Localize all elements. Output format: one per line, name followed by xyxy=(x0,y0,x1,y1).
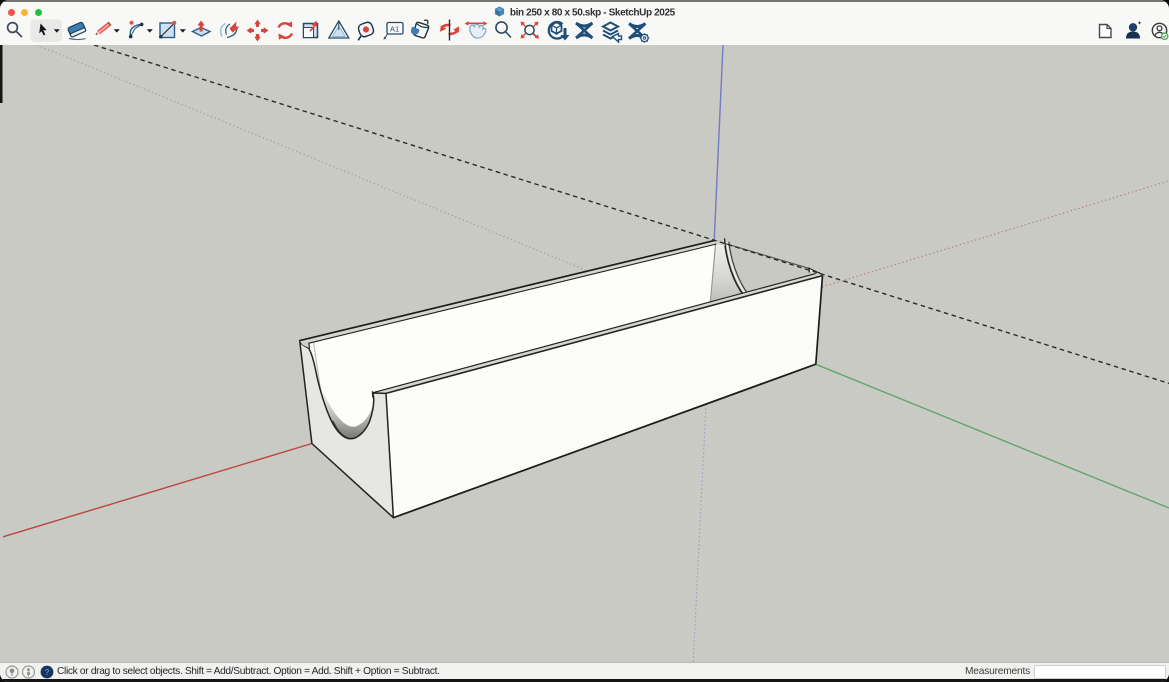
svg-text:A1: A1 xyxy=(390,25,399,34)
svg-text:?: ? xyxy=(44,667,49,677)
